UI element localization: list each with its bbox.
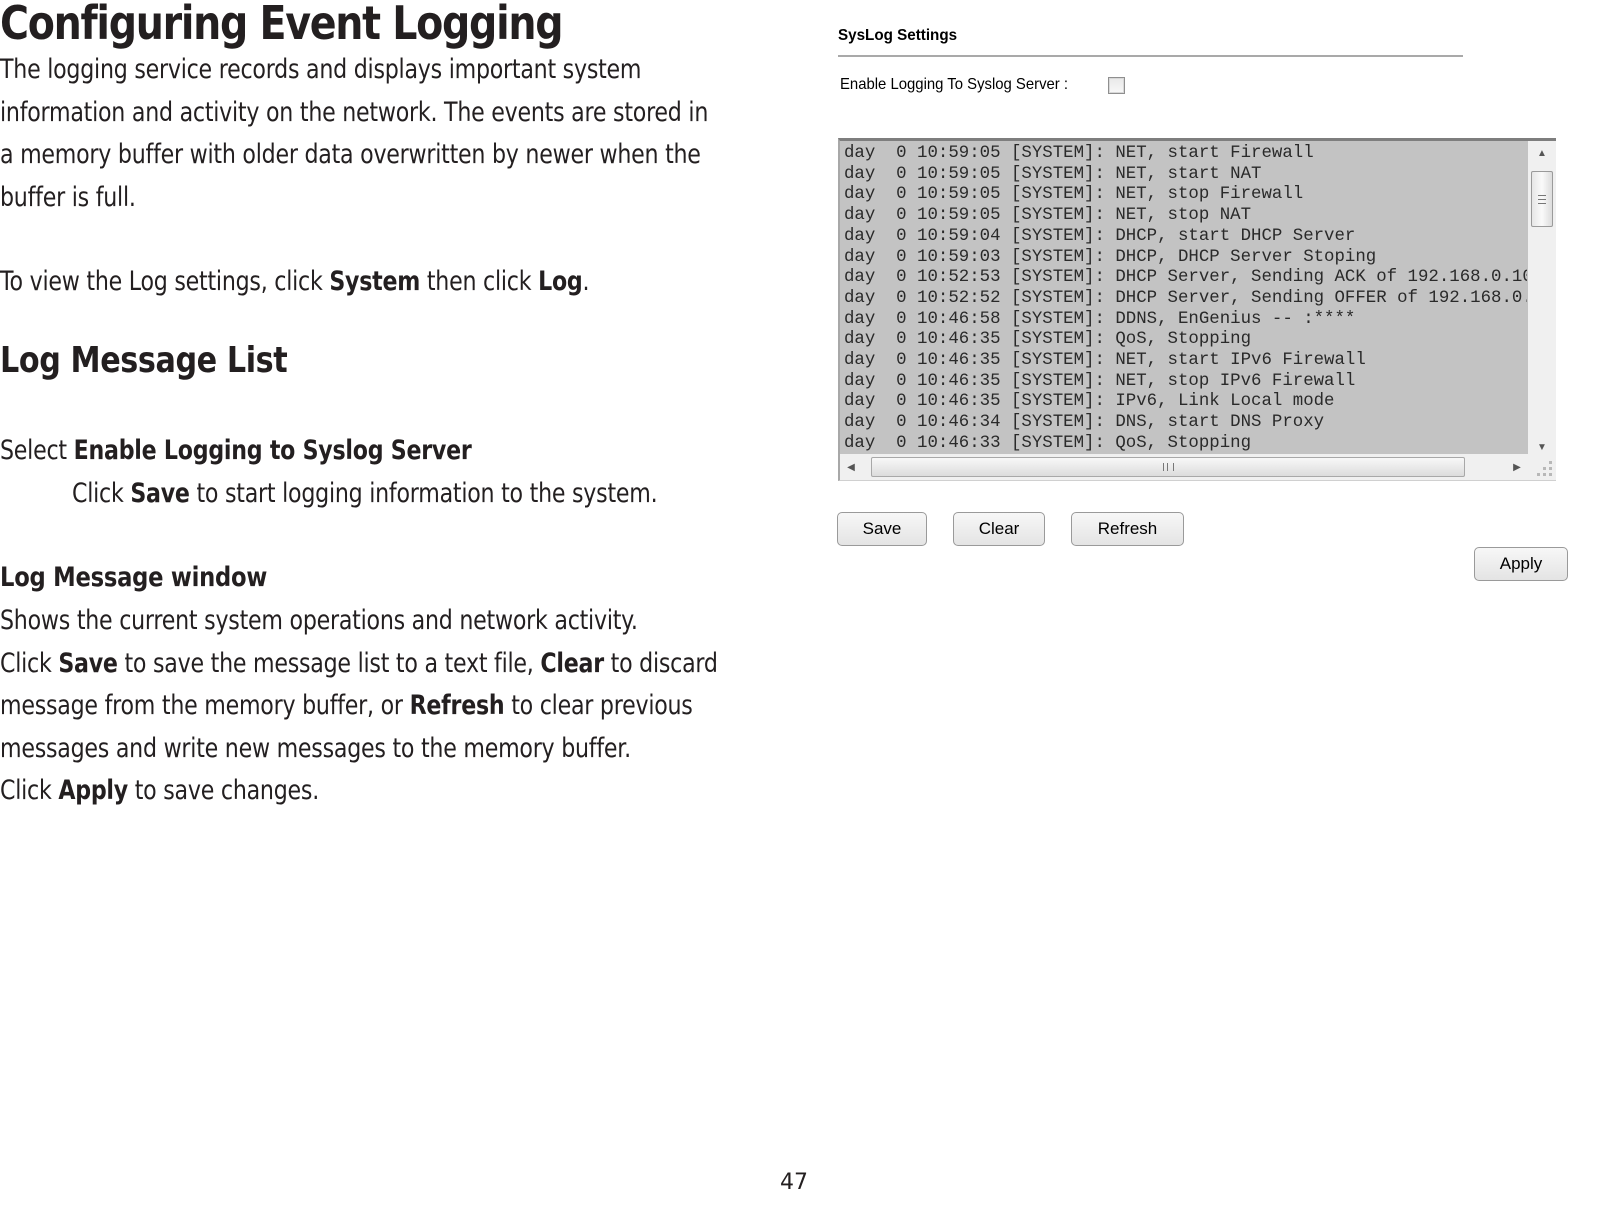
- scroll-right-arrow-icon[interactable]: ▶: [1506, 454, 1528, 480]
- grip-dot: [1543, 473, 1546, 476]
- log-line: day 0 10:59:04 [SYSTEM]: DHCP, start DHC…: [844, 226, 1356, 246]
- log-line: day 0 10:46:58 [SYSTEM]: DDNS, EnGenius …: [844, 309, 1356, 329]
- log-line: day 0 10:59:05 [SYSTEM]: NET, stop Firew…: [844, 185, 1304, 205]
- log-line: day 0 10:59:05 [SYSTEM]: NET, stop NAT: [844, 206, 1252, 226]
- clear-button[interactable]: Clear: [953, 512, 1045, 546]
- apply-button[interactable]: Apply: [1474, 547, 1568, 581]
- grip-dot: [1549, 461, 1552, 464]
- enable-logging-label: Enable Logging To Syslog Server :: [840, 76, 1069, 93]
- desc-text: to clear previous: [504, 690, 693, 721]
- intro-line: The logging service records and displays…: [0, 54, 642, 85]
- section-heading: Log Message List: [0, 340, 288, 381]
- log-line: day 0 10:52:53 [SYSTEM]: DHCP Server, Se…: [844, 268, 1527, 288]
- horizontal-scrollbar[interactable]: ◀ ▶: [840, 454, 1528, 480]
- log-menu-ref: Log: [538, 266, 583, 297]
- refresh-ref: Refresh: [409, 690, 505, 721]
- buttons-desc-line: Click Save to save the message list to a…: [0, 643, 718, 686]
- intro-line: buffer is full.: [0, 181, 136, 213]
- log-line: day 0 10:46:35 [SYSTEM]: NET, start IPv6…: [844, 351, 1366, 371]
- intro-line: a memory buffer with older data overwrit…: [0, 139, 701, 170]
- nav-instruction: To view the Log settings, click System t…: [0, 261, 590, 304]
- nav-instruction-text: To view the Log settings, click: [0, 266, 330, 297]
- vertical-scroll-thumb[interactable]: [1531, 171, 1553, 227]
- window-description: Shows the current system operations and …: [0, 600, 718, 813]
- desc-text: message from the memory buffer, or: [0, 690, 410, 721]
- enable-logging-checkbox[interactable]: [1108, 77, 1125, 94]
- log-line: day 0 10:46:35 [SYSTEM]: QoS, Stopping: [844, 330, 1252, 350]
- system-menu-ref: System: [329, 266, 421, 297]
- log-line: day 0 10:59:05 [SYSTEM]: NET, start Fire…: [844, 144, 1314, 163]
- apply-ref: Apply: [58, 775, 128, 806]
- enable-logging-row: Enable Logging To Syslog Server :: [840, 76, 1085, 94]
- save-instruction: Click Save to start logging information …: [72, 473, 658, 516]
- desc-text: Click: [0, 647, 59, 679]
- resize-grip-icon[interactable]: [1528, 454, 1556, 480]
- log-line: day 0 10:46:35 [SYSTEM]: NET, stop IPv6 …: [844, 371, 1356, 391]
- grip-dot: [1549, 473, 1552, 476]
- select-instruction: Select Enable Logging to Syslog Server: [0, 430, 472, 473]
- desc-text: Click: [0, 775, 59, 806]
- desc-text: to discard: [603, 647, 718, 679]
- desc-text: to save changes.: [127, 775, 320, 806]
- log-line: day 0 10:59:03 [SYSTEM]: DHCP, DHCP Serv…: [844, 247, 1377, 267]
- grip-icon: [1538, 194, 1546, 204]
- window-desc-line: Shows the current system operations and …: [0, 605, 638, 636]
- save-ref: Save: [130, 478, 190, 509]
- log-line: day 0 10:46:35 [SYSTEM]: IPv6, Link Loca…: [844, 392, 1335, 412]
- save-button[interactable]: Save: [837, 512, 927, 546]
- save-ref: Save: [58, 647, 118, 679]
- grip-dot: [1537, 473, 1540, 476]
- nav-instruction-text: .: [582, 266, 590, 297]
- desc-text: to save the message list to a text file,: [117, 647, 541, 679]
- clear-ref: Clear: [540, 647, 604, 679]
- log-message-window[interactable]: day 0 10:59:05 [SYSTEM]: NET, start Fire…: [838, 138, 1556, 481]
- intro-line: information and activity on the network.…: [0, 96, 709, 128]
- grip-dot: [1549, 467, 1552, 470]
- buttons-desc-line: message from the memory buffer, or Refre…: [0, 685, 718, 728]
- apply-line: Click Apply to save changes.: [0, 770, 718, 813]
- scroll-up-arrow-icon[interactable]: ▲: [1528, 143, 1556, 163]
- enable-logging-ref: Enable Logging to Syslog Server: [73, 435, 472, 466]
- vertical-scrollbar[interactable]: ▲ ▼: [1528, 141, 1556, 457]
- title-divider: [838, 55, 1463, 57]
- horizontal-scroll-thumb[interactable]: [871, 457, 1465, 477]
- log-lines: day 0 10:59:05 [SYSTEM]: NET, start Fire…: [844, 144, 1527, 456]
- save-instruction-text: to start logging information to the syst…: [189, 478, 658, 509]
- buttons-desc-line: messages and write new messages to the m…: [0, 732, 631, 764]
- log-line: day 0 10:46:33 [SYSTEM]: QoS, Stopping: [844, 433, 1252, 453]
- nav-instruction-text: then click: [420, 266, 539, 297]
- scroll-left-arrow-icon[interactable]: ◀: [840, 454, 862, 480]
- refresh-button[interactable]: Refresh: [1071, 512, 1184, 546]
- log-line: day 0 10:52:52 [SYSTEM]: DHCP Server, Se…: [844, 288, 1527, 308]
- grip-dot: [1543, 467, 1546, 470]
- log-line: day 0 10:46:34 [SYSTEM]: DNS, start DNS …: [844, 413, 1325, 433]
- page-number: 47: [780, 1170, 808, 1195]
- save-instruction-text: Click: [72, 478, 131, 509]
- grip-icon: [1162, 463, 1174, 471]
- intro-paragraph: The logging service records and displays…: [0, 49, 708, 219]
- syslog-settings-title: SysLog Settings: [838, 27, 958, 44]
- log-line: day 0 10:59:05 [SYSTEM]: NET, start NAT: [844, 164, 1262, 184]
- select-instruction-text: Select: [0, 435, 74, 466]
- subheading: Log Message window: [0, 562, 268, 593]
- page-title: Configuring Event Logging: [0, 0, 564, 50]
